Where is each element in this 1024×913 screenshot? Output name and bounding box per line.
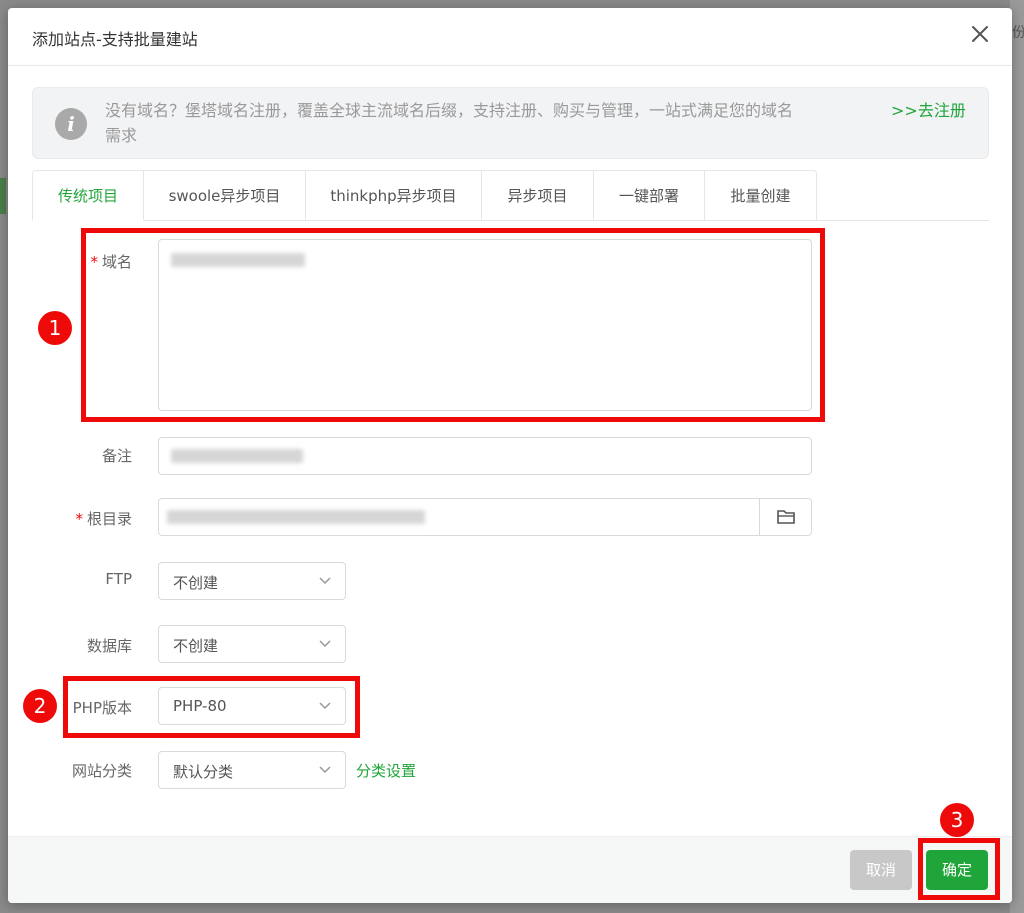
database-select-value: 不创建 <box>173 637 219 655</box>
domain-notice: i 没有域名？堡塔域名注册，覆盖全球主流域名后缀，支持注册、购买与管理，一站式满… <box>32 87 989 159</box>
remark-label: 备注 <box>101 447 132 465</box>
cancel-button[interactable]: 取消 <box>850 850 912 890</box>
tab-traditional[interactable]: 传统项目 <box>32 170 144 221</box>
backdrop: 份 <box>1010 0 1024 913</box>
annotation-number-2: 2 <box>23 689 57 723</box>
site-category-label: 网站分类 <box>71 762 132 780</box>
backdrop-text: 份 <box>1012 25 1024 41</box>
chevron-down-icon <box>319 640 331 648</box>
site-category-value: 默认分类 <box>173 763 234 781</box>
tab-swoole[interactable]: swoole异步项目 <box>144 170 306 221</box>
chevron-down-icon <box>319 766 331 774</box>
register-domain-link[interactable]: >>去注册 <box>891 98 971 123</box>
annotation-number-1: 1 <box>38 311 72 345</box>
notice-text: 没有域名？堡塔域名注册，覆盖全球主流域名后缀，支持注册、购买与管理，一站式满足您… <box>105 101 794 145</box>
annotation-box-domain <box>81 228 825 422</box>
backdrop-left-accent <box>0 178 6 214</box>
remark-input[interactable] <box>158 437 812 475</box>
dialog-header: 添加站点-支持批量建站 <box>8 8 1012 66</box>
site-category-select[interactable]: 默认分类 <box>158 751 346 789</box>
browse-folder-button[interactable] <box>759 499 811 535</box>
info-icon: i <box>55 108 87 140</box>
remark-value-blurred <box>171 449 303 463</box>
chevron-down-icon <box>319 577 331 585</box>
ftp-label: FTP <box>105 570 132 588</box>
tab-one-click-deploy[interactable]: 一键部署 <box>594 170 705 221</box>
close-icon[interactable] <box>970 24 990 44</box>
tab-async[interactable]: 异步项目 <box>482 170 594 221</box>
add-site-dialog: 添加站点-支持批量建站 i 没有域名？堡塔域名注册，覆盖全球主流域名后缀，支持注… <box>8 8 1012 903</box>
folder-icon <box>777 510 795 524</box>
annotation-box-confirm <box>918 838 1000 900</box>
category-settings-link[interactable]: 分类设置 <box>356 760 416 781</box>
dialog-title: 添加站点-支持批量建站 <box>32 30 198 49</box>
database-label: 数据库 <box>86 637 132 655</box>
ftp-select[interactable]: 不创建 <box>158 562 346 600</box>
annotation-number-3: 3 <box>940 803 974 837</box>
annotation-box-php <box>63 676 360 738</box>
root-dir-input[interactable] <box>158 498 812 536</box>
required-mark: * <box>75 510 83 528</box>
root-dir-label: * 根目录 <box>22 508 132 529</box>
tab-batch-create[interactable]: 批量创建 <box>705 170 817 221</box>
tab-thinkphp[interactable]: thinkphp异步项目 <box>306 170 482 221</box>
root-dir-label-text: 根目录 <box>86 510 132 528</box>
ftp-select-value: 不创建 <box>173 574 219 592</box>
database-select[interactable]: 不创建 <box>158 625 346 663</box>
root-dir-value-blurred <box>167 510 425 524</box>
project-tabs: 传统项目 swoole异步项目 thinkphp异步项目 异步项目 一键部署 批… <box>32 170 989 221</box>
